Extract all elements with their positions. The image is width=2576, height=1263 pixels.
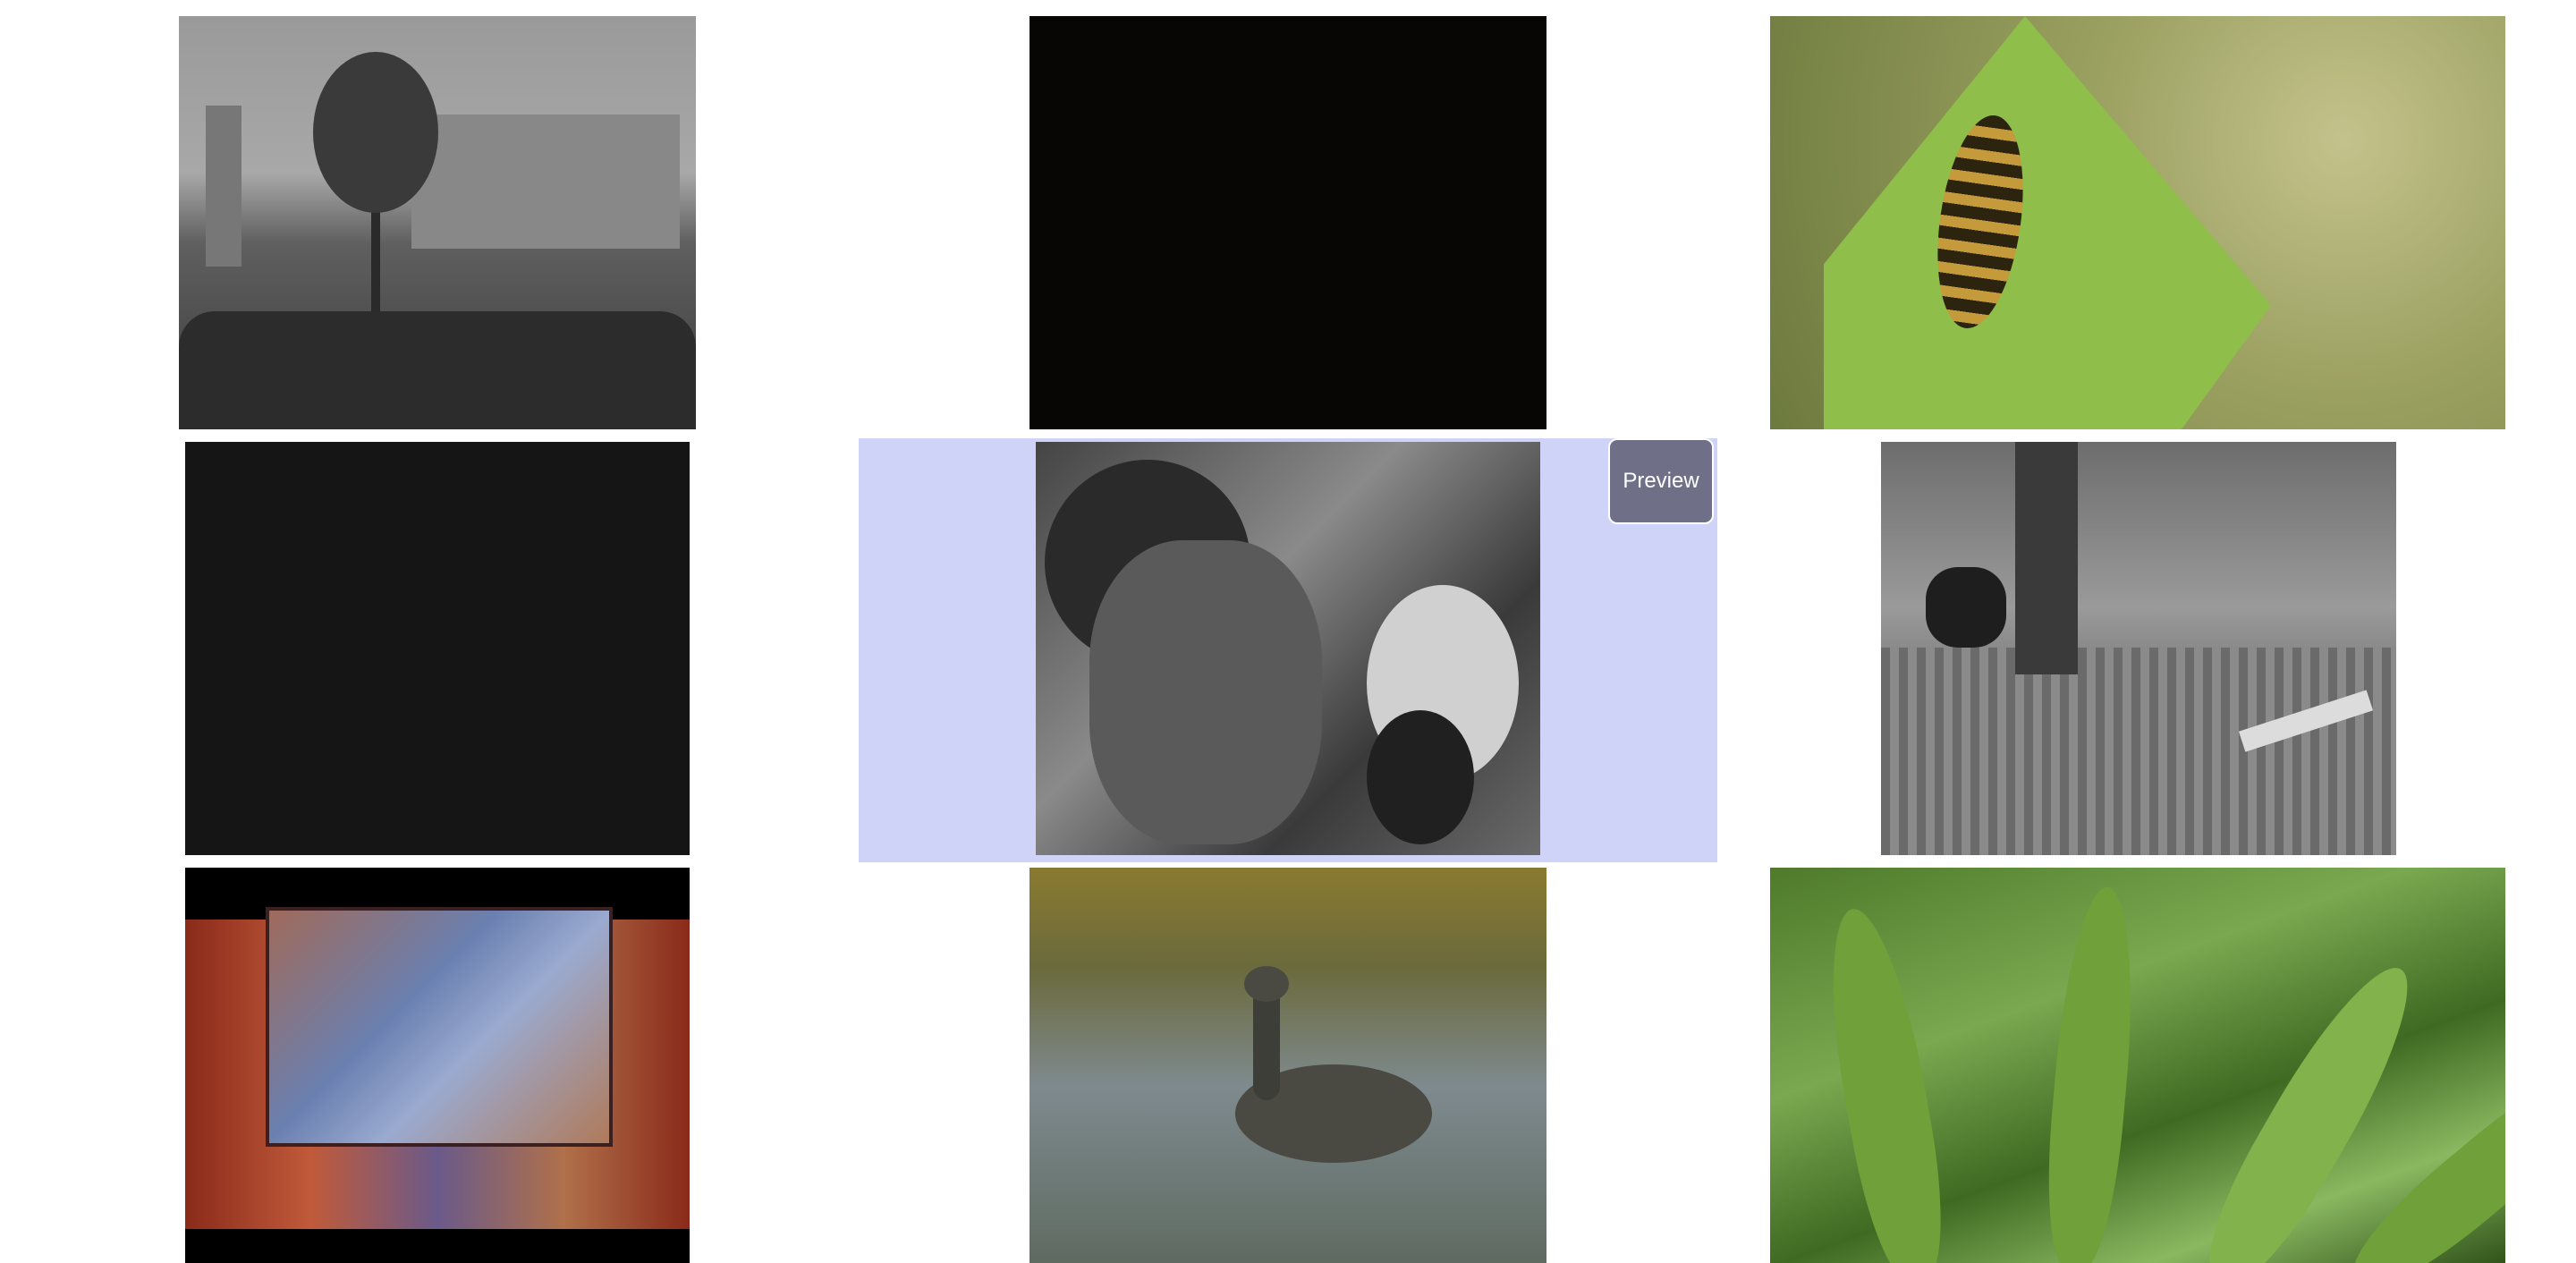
grid-tile-9[interactable] [1717, 864, 2576, 1263]
grid-tile-3[interactable] [1717, 13, 2576, 437]
thumbnail-image [1770, 868, 2505, 1263]
video-thumbnail-grid: Preview [0, 0, 2576, 1263]
thumbnail-image [185, 442, 690, 855]
grid-tile-4[interactable] [0, 438, 859, 862]
grid-tile-7[interactable] [0, 864, 859, 1263]
thumbnail-image [1881, 442, 2396, 855]
thumbnail-image [1030, 868, 1546, 1263]
thumbnail-image [1036, 442, 1540, 855]
thumbnail-image [1770, 16, 2505, 429]
thumbnail-image [179, 16, 696, 429]
grid-tile-2[interactable] [859, 13, 1717, 437]
grid-tile-6[interactable] [1717, 438, 2576, 862]
grid-tile-1[interactable] [0, 13, 859, 437]
grid-tile-8[interactable] [859, 864, 1717, 1263]
thumbnail-image [1030, 16, 1546, 429]
grid-tile-5-selected[interactable]: Preview [859, 438, 1717, 862]
preview-button[interactable]: Preview [1608, 438, 1714, 524]
thumbnail-image [185, 868, 690, 1263]
